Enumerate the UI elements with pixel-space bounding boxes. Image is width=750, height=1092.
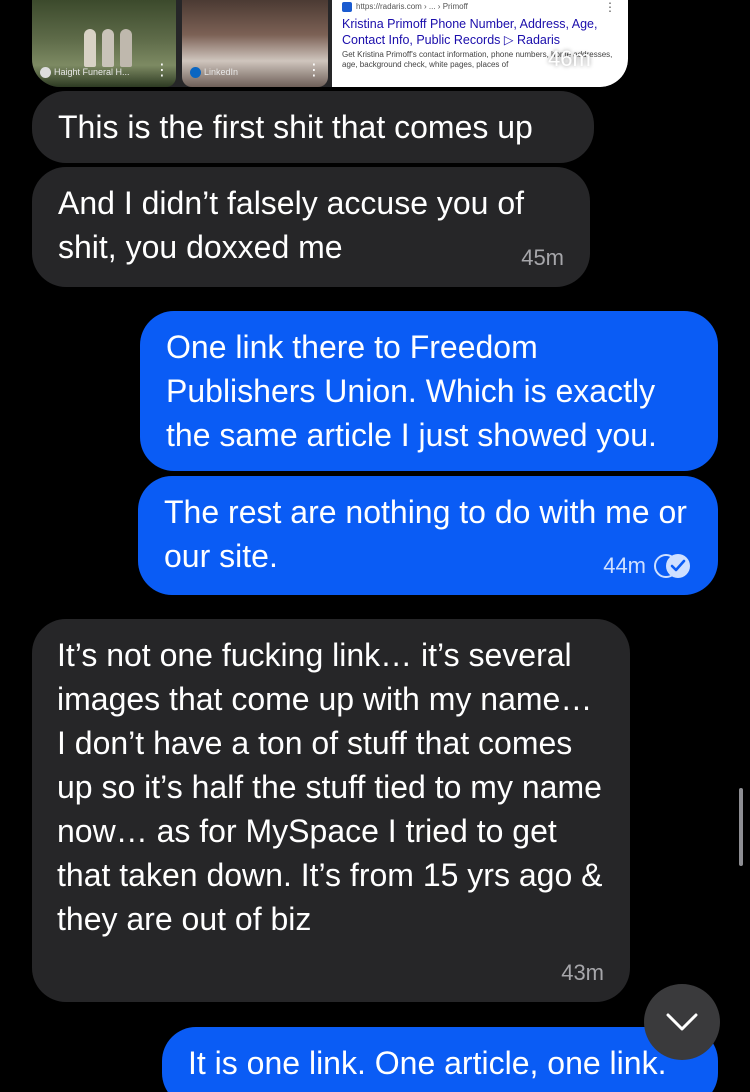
scrollbar[interactable] [739,788,743,866]
radaris-favicon-icon [342,2,352,12]
read-receipt-icon [654,554,692,578]
message-text: And I didn’t falsely accuse you of shit,… [58,185,525,265]
message-text: It is one link. One article, one link. [188,1045,667,1081]
thumbnail-caption: LinkedIn [204,67,239,77]
incoming-message[interactable]: It’s not one fucking link… it’s several … [32,619,630,1002]
more-vertical-icon[interactable]: ⋮ [306,63,322,79]
image-thumbnail-1[interactable]: Haight Funeral H... ⋮ [32,0,176,87]
more-vertical-icon[interactable]: ⋮ [154,63,170,79]
incoming-message[interactable]: And I didn’t falsely accuse you of shit,… [32,167,590,287]
outgoing-message[interactable]: It is one link. One article, one link. [162,1027,718,1092]
source-favicon-icon [40,67,51,78]
message-time: 45m [521,245,564,270]
message-time: 43m [561,960,604,985]
incoming-message[interactable]: This is the first shit that comes up [32,91,594,163]
scroll-to-bottom-button[interactable] [644,984,720,1060]
linkedin-icon [190,67,201,78]
result-title[interactable]: Kristina Primoff Phone Number, Address, … [342,16,618,48]
media-preview[interactable]: Haight Funeral H... ⋮ LinkedIn ⋮ https:/… [32,0,628,87]
message-time: 44m [603,553,646,578]
chevron-down-icon [666,1013,698,1031]
search-result-card[interactable]: https://radaris.com › ... › Primoff Kris… [332,0,628,87]
result-url: https://radaris.com › ... › Primoff [356,2,468,11]
message-text: This is the first shit that comes up [58,109,533,145]
outgoing-message[interactable]: The rest are nothing to do with me or ou… [138,476,718,595]
thumbnail-caption: Haight Funeral H... [54,67,130,77]
message-text: It’s not one fucking link… it’s several … [57,637,603,937]
message-text: One link there to Freedom Publishers Uni… [166,329,657,453]
image-thumbnail-2[interactable]: LinkedIn ⋮ [182,0,328,87]
outgoing-message[interactable]: One link there to Freedom Publishers Uni… [140,311,718,471]
message-time: 46m [548,46,591,71]
more-vertical-icon[interactable]: ⋮ [604,0,616,14]
